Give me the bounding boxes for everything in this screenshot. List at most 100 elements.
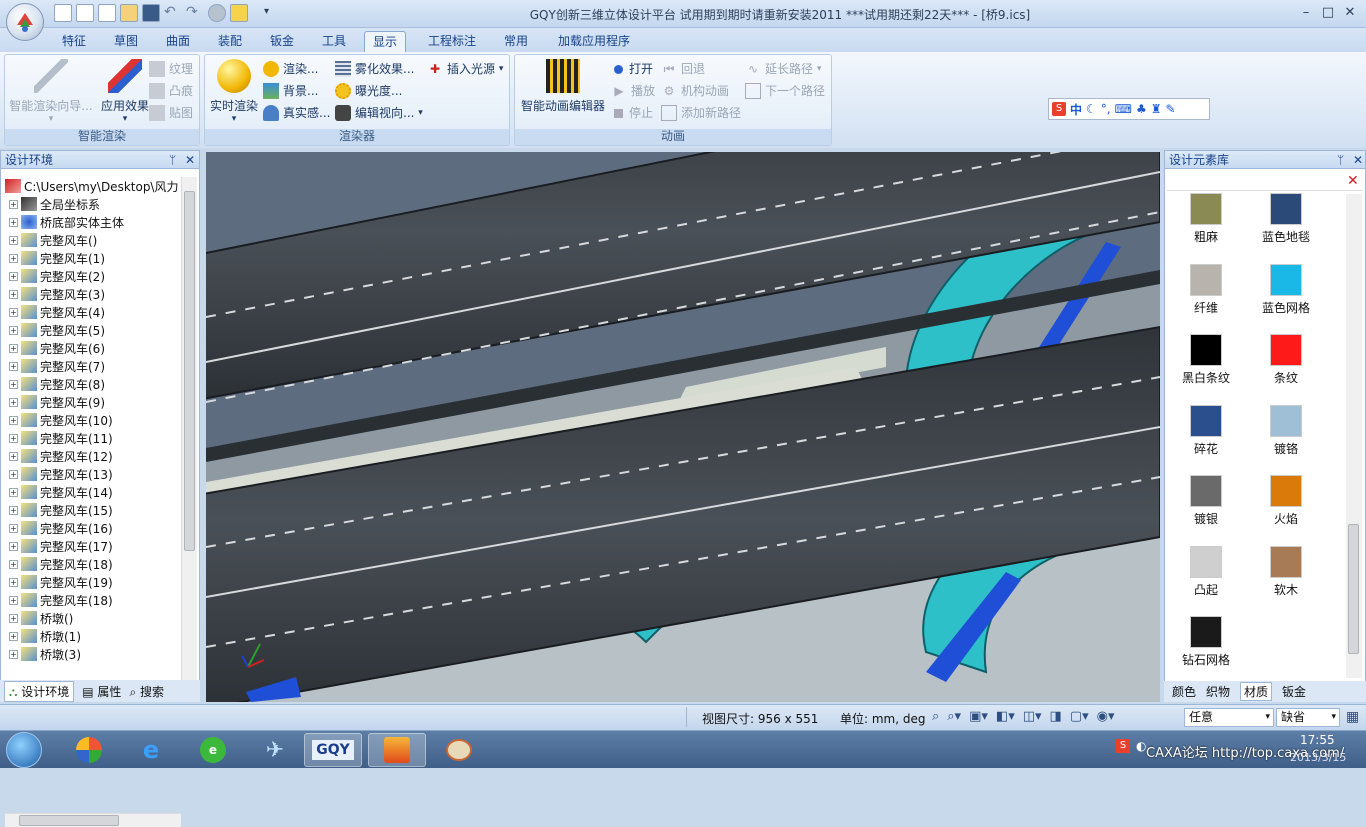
tree-item[interactable]: + 桥底部实体主体 (5, 213, 179, 231)
tab-common[interactable]: 常用 (496, 31, 536, 52)
tab-tools[interactable]: 工具 (314, 31, 354, 52)
render-button[interactable]: 渲染... (263, 59, 318, 79)
material-item[interactable]: 火焰 (1251, 475, 1321, 532)
tab-load-apps[interactable]: 加载应用程序 (550, 31, 638, 52)
tree-item[interactable]: + 完整风车() (5, 231, 179, 249)
minimize-button[interactable]: – (1296, 4, 1316, 22)
tree-item[interactable]: + 完整风车(16) (5, 519, 179, 537)
panel-close-icon[interactable]: ✕ (185, 151, 195, 169)
expand-icon[interactable]: + (9, 577, 18, 587)
taskbar-caxa[interactable] (368, 733, 426, 767)
expand-icon[interactable]: + (9, 361, 18, 371)
app-menu-button[interactable] (6, 3, 44, 41)
zoom-window-icon[interactable]: ⌕ (932, 709, 939, 724)
stop-button[interactable]: 停止 (611, 103, 653, 123)
right-panel-close-icon[interactable]: ✕ (1353, 151, 1363, 169)
highlight-icon[interactable] (230, 4, 248, 22)
tab-display[interactable]: 显示 (364, 31, 407, 52)
expand-icon[interactable]: + (9, 379, 18, 389)
tree-item[interactable]: + 完整风车(2) (5, 267, 179, 285)
pin-icon[interactable]: ᛘ (169, 151, 176, 169)
3d-viewport[interactable] (206, 152, 1160, 702)
realtime-render-button[interactable]: 实时渲染 ▾ (207, 59, 261, 124)
expand-icon[interactable]: + (9, 487, 18, 497)
redo-icon[interactable]: ↷ (186, 4, 204, 22)
display-mode-icon[interactable]: ▢▾ (1070, 709, 1089, 724)
tree-item[interactable]: + 完整风车(4) (5, 303, 179, 321)
edit-view-button[interactable]: 编辑视向... ▾ (335, 103, 423, 123)
tree-item[interactable]: + 桥墩(1) (5, 627, 179, 645)
material-item[interactable]: 软木 (1251, 545, 1321, 603)
expand-icon[interactable]: + (9, 541, 18, 551)
undo-icon[interactable]: ↶ (164, 4, 182, 22)
material-item[interactable]: 粗麻 (1171, 193, 1241, 250)
tab-fabric[interactable]: 织物 (1206, 683, 1230, 700)
tab-surface[interactable]: 曲面 (158, 31, 198, 52)
tree-item[interactable]: + 桥墩() (5, 609, 179, 627)
decal-button[interactable]: 贴图 (149, 103, 193, 123)
camera-view-icon[interactable]: ◫▾ (1023, 709, 1042, 724)
expand-icon[interactable]: + (9, 415, 18, 425)
expand-icon[interactable]: + (9, 253, 18, 263)
tab-sheetmetal[interactable]: 钣金 (262, 31, 302, 52)
tab-sheetmetal-lib[interactable]: 钣金 (1282, 683, 1306, 700)
folder-icon[interactable] (120, 4, 138, 22)
expand-icon[interactable]: + (9, 433, 18, 443)
tree-item[interactable]: + 完整风车(3) (5, 285, 179, 303)
delete-icon[interactable]: ✕ (1347, 173, 1359, 189)
library-scroll-thumb[interactable] (1348, 524, 1359, 654)
expand-icon[interactable]: + (9, 613, 18, 623)
expand-icon[interactable]: + (9, 595, 18, 605)
tab-sketch[interactable]: 草图 (106, 31, 146, 52)
tree-item[interactable]: + 完整风车(13) (5, 465, 179, 483)
tree-item[interactable]: + 完整风车(11) (5, 429, 179, 447)
expand-icon[interactable]: + (9, 289, 18, 299)
expand-icon[interactable]: + (9, 325, 18, 335)
default-mode-dropdown[interactable]: 缺省 ▾ (1276, 708, 1340, 727)
expand-icon[interactable]: + (9, 343, 18, 353)
open-file-icon[interactable] (76, 4, 94, 22)
material-item[interactable]: 纤维 (1171, 263, 1241, 321)
add-path-button[interactable]: 添加新路径 (661, 103, 741, 123)
material-item[interactable]: 黑白条纹 (1171, 334, 1241, 391)
taskbar-ie[interactable]: e (122, 733, 180, 767)
tree-item[interactable]: + 完整风车(6) (5, 339, 179, 357)
material-item[interactable]: 蓝色网格 (1251, 263, 1321, 321)
tree-item[interactable]: + 完整风车(14) (5, 483, 179, 501)
hscroll-thumb[interactable] (19, 815, 119, 826)
material-item[interactable]: 凸起 (1171, 545, 1241, 603)
save-icon[interactable] (142, 4, 160, 22)
tab-materials[interactable]: 材质 (1240, 682, 1273, 701)
tab-properties[interactable]: ▤ 属性 (82, 683, 121, 700)
material-item[interactable]: 钻石网格 (1171, 616, 1241, 673)
expand-icon[interactable]: + (9, 307, 18, 317)
taskbar-color-app[interactable] (60, 733, 118, 767)
select-filter-dropdown[interactable]: 任意 ▾ (1184, 708, 1274, 727)
mech-animation-button[interactable]: ⚙ 机构动画 (661, 81, 729, 101)
tree-item[interactable]: + 桥墩(3) (5, 645, 179, 663)
tree-horizontal-scrollbar[interactable] (5, 813, 181, 827)
expand-icon[interactable]: + (9, 271, 18, 281)
tree-item[interactable]: + 完整风车(8) (5, 375, 179, 393)
close-button[interactable]: ✕ (1340, 4, 1360, 22)
expand-icon[interactable]: + (9, 523, 18, 533)
tree-item[interactable]: + 完整风车(5) (5, 321, 179, 339)
scroll-thumb[interactable] (184, 191, 195, 551)
open-animation-button[interactable]: 打开 (611, 59, 653, 79)
ime-toolbar[interactable]: S 中 ☾ °, ⌨ ♣ ♜ ✎ (1048, 98, 1210, 120)
tree-item[interactable]: + 完整风车(1) (5, 249, 179, 267)
exposure-button[interactable]: 曝光度... (335, 81, 402, 101)
play-button[interactable]: ▶ 播放 (611, 81, 655, 101)
tree-item[interactable]: + 完整风车(15) (5, 501, 179, 519)
expand-icon[interactable]: + (9, 505, 18, 515)
recent-icon[interactable] (98, 4, 116, 22)
tab-engineering-annotation[interactable]: 工程标注 (420, 31, 484, 52)
qat-customize-icon[interactable]: ▾ (264, 6, 269, 17)
library-vertical-scrollbar[interactable] (1346, 194, 1362, 678)
expand-icon[interactable]: + (9, 631, 18, 641)
zoom-icon[interactable]: ⌕▾ (947, 709, 961, 724)
expand-icon[interactable]: + (9, 199, 18, 209)
right-pin-icon[interactable]: ᛘ (1337, 151, 1344, 169)
expand-icon[interactable]: + (9, 397, 18, 407)
box-view-icon[interactable]: ▣▾ (969, 709, 988, 724)
